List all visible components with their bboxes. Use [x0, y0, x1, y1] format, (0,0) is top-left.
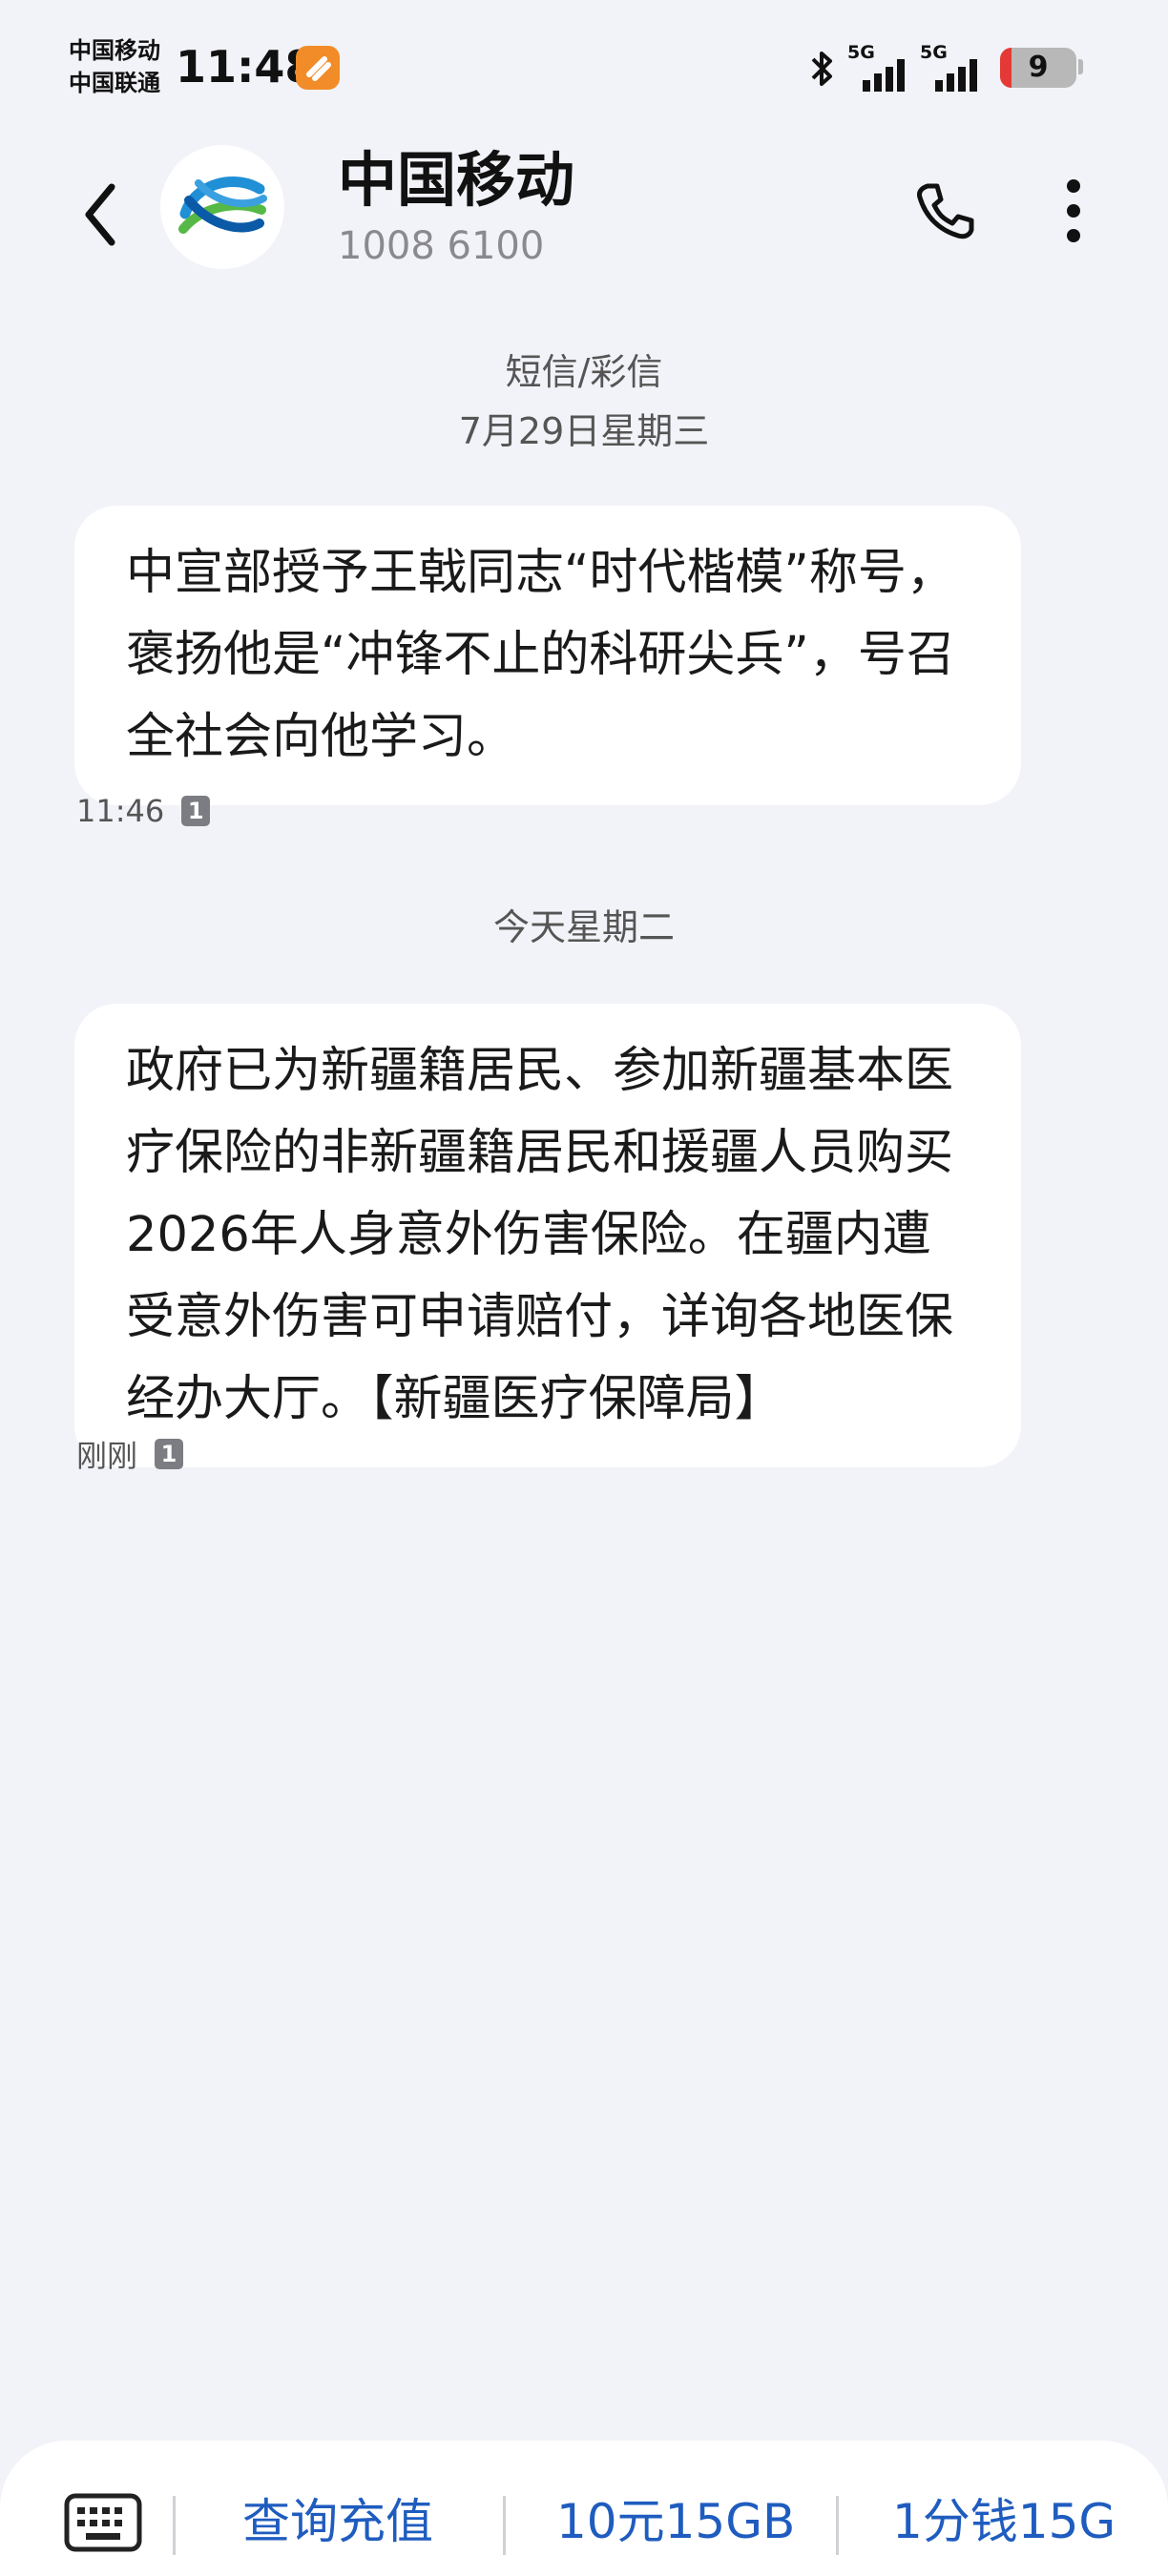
- battery-level: 9: [1028, 51, 1049, 84]
- divider: [173, 2496, 176, 2555]
- keyboard-toggle-button[interactable]: [63, 2490, 145, 2557]
- more-options-button[interactable]: [1040, 170, 1107, 252]
- status-icons: 5G 5G 9: [809, 42, 1095, 95]
- message-type-label: 短信/彩信: [505, 351, 663, 393]
- signal-icon-sim2: 5G: [920, 42, 989, 95]
- divider: [503, 2496, 506, 2555]
- status-bar: 中国移动 中国联通 11:48 5G 5G 9: [0, 0, 1168, 134]
- quick-reply-1fen-15g[interactable]: 1分钱15G: [892, 2486, 1116, 2557]
- quick-reply-bar: 查询充值 10元15GB 1分钱15G: [0, 2441, 1168, 2576]
- sim-badge: 1: [181, 796, 211, 826]
- battery-icon: 9: [1000, 48, 1076, 88]
- message-meta: 11:46 1: [76, 790, 211, 832]
- phone-icon: [917, 183, 974, 239]
- carrier-1: 中国移动: [69, 37, 160, 64]
- call-button[interactable]: [907, 170, 983, 252]
- message-bubble[interactable]: 中宣部授予王戟同志“时代楷模”称号，褒扬他是“冲锋不止的科研尖兵”，号召全社会向…: [74, 506, 1021, 805]
- message-time: 11:46: [76, 793, 165, 829]
- carrier-2: 中国联通: [69, 70, 160, 96]
- carrier-names: 中国移动 中国联通: [69, 34, 160, 99]
- date-label: 今天星期二: [492, 906, 675, 948]
- bluetooth-icon: [811, 52, 832, 86]
- quick-reply-query-recharge[interactable]: 查询充值: [242, 2486, 433, 2557]
- message-meta: 刚刚 1: [76, 1433, 184, 1475]
- keyboard-icon: [64, 2493, 142, 2552]
- china-mobile-logo: [160, 145, 284, 269]
- signal-icon-sim1: 5G: [847, 42, 916, 95]
- date-label: 7月29日星期三: [458, 410, 710, 452]
- divider: [836, 2496, 839, 2555]
- message-time: 刚刚: [76, 1438, 138, 1474]
- back-arrow-icon: [85, 183, 115, 246]
- sim-badge: 1: [155, 1439, 184, 1469]
- conversation-header: 中国移动 1008 6100: [0, 134, 1168, 296]
- avatar[interactable]: [160, 145, 284, 269]
- battery-cap: [1078, 59, 1083, 74]
- message-bubble[interactable]: 政府已为新疆籍居民、参加新疆基本医疗保险的非新疆籍居民和援疆人员购买2026年人…: [74, 1004, 1021, 1467]
- app-notification-icon: [296, 46, 340, 90]
- contact-name: 中国移动: [338, 145, 575, 215]
- back-button[interactable]: [67, 172, 134, 258]
- more-vertical-icon: [1067, 179, 1080, 242]
- status-time: 11:48: [176, 41, 316, 93]
- contact-number: 1008 6100: [338, 224, 545, 268]
- quick-reply-10yuan-15gb[interactable]: 10元15GB: [556, 2486, 795, 2557]
